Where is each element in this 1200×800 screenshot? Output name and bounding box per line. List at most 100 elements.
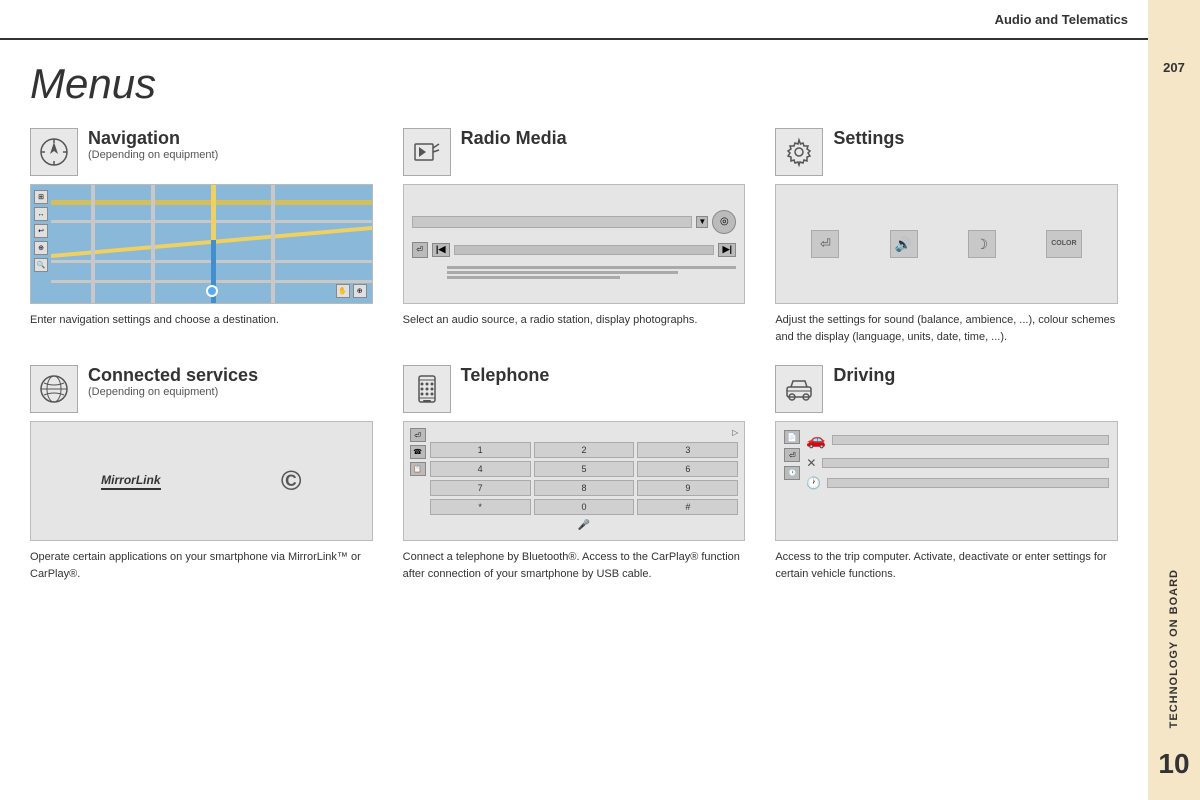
- menu-item-settings: Settings ⏎ 🔊 ☽ COLOR Adjust the settings…: [775, 128, 1118, 345]
- menu-item-connected: Connected services (Depending on equipme…: [30, 365, 373, 582]
- top-header: Audio and Telematics: [0, 0, 1148, 40]
- radio-icon: [411, 136, 443, 168]
- driving-icon-clock: 🕐: [784, 466, 800, 480]
- sidebar-technology-label: TECHNOLOGY on BOARD: [1168, 569, 1180, 728]
- tel-key-9: 9: [637, 480, 738, 496]
- driving-row-1: 🚗: [806, 430, 1109, 450]
- map-grid: [31, 185, 372, 303]
- telephone-icon-box: [403, 365, 451, 413]
- nav-icon-compass: ⊕: [353, 284, 367, 298]
- nav-icon-hand: ✋: [336, 284, 350, 298]
- telephone-title-block: Telephone: [461, 365, 550, 386]
- tel-btn-1: ⏎: [410, 428, 426, 442]
- tel-key-star: *: [430, 499, 531, 515]
- driving-screenshot: 📄 ⏎ 🕐 🚗 ✕ 🕐: [775, 421, 1118, 541]
- radio-title-block: Radio Media: [461, 128, 567, 149]
- nav-icon-1: ⊞: [34, 190, 48, 204]
- connected-title: Connected services: [88, 365, 258, 386]
- tel-keypad-area: ▷ 1 2 3 4 5 6 7 8 9 * 0: [430, 428, 739, 534]
- navigation-icon: [38, 136, 70, 168]
- menu-item-header-driving: Driving: [775, 365, 1118, 413]
- navigation-description: Enter navigation settings and choose a d…: [30, 312, 373, 329]
- telephone-screenshot: ⏎ ☎ 📋 ▷ 1 2 3 4 5: [403, 421, 746, 541]
- tel-key-hash: #: [637, 499, 738, 515]
- tel-key-7: 7: [430, 480, 531, 496]
- navigation-title: Navigation: [88, 128, 218, 149]
- tel-mic-icon: 🎤: [578, 520, 590, 531]
- mirrorlink-logo: MirrorLink: [101, 473, 160, 490]
- driving-title: Driving: [833, 365, 895, 386]
- connected-screenshot: MirrorLink ©: [30, 421, 373, 541]
- driving-icon-exit: ⏎: [784, 448, 800, 462]
- nav-side-icons: ⊞ ↔ ↩ ⊕ 🔍: [34, 190, 48, 272]
- menu-item-header-radio: Radio Media: [403, 128, 746, 176]
- settings-icon-box: [775, 128, 823, 176]
- settings-screenshot: ⏎ 🔊 ☽ COLOR: [775, 184, 1118, 304]
- settings-color-icon: COLOR: [1046, 230, 1082, 258]
- navigation-subtitle: (Depending on equipment): [88, 149, 218, 161]
- menu-item-header-navigation: Navigation (Depending on equipment): [30, 128, 373, 176]
- menu-item-telephone: Telephone ⏎ ☎ 📋 ▷: [403, 365, 746, 582]
- menu-item-radio: Radio Media ▼ ◎ ⏎ |◀ ▶|: [403, 128, 746, 345]
- driving-description: Access to the trip computer. Activate, d…: [775, 549, 1118, 582]
- main-content: Menus Navigation (Depending on: [0, 40, 1148, 800]
- driving-icon-box: [775, 365, 823, 413]
- driving-x-symbol: ✕: [806, 456, 816, 470]
- telephone-title: Telephone: [461, 365, 550, 386]
- driving-row-3: 🕐: [806, 476, 1109, 490]
- tel-key-3: 3: [637, 442, 738, 458]
- page-heading: Menus: [30, 60, 1118, 108]
- nav-icon-3: ↩: [34, 224, 48, 238]
- tel-keypad: 1 2 3 4 5 6 7 8 9 * 0 #: [430, 442, 739, 515]
- tel-key-4: 4: [430, 461, 531, 477]
- settings-title: Settings: [833, 128, 904, 149]
- settings-exit-icon: ⏎: [811, 230, 839, 258]
- driving-bar-3: [827, 478, 1109, 488]
- radio-title: Radio Media: [461, 128, 567, 149]
- menu-item-header-telephone: Telephone: [403, 365, 746, 413]
- tel-key-5: 5: [534, 461, 635, 477]
- driving-side-icons: 📄 ⏎ 🕐: [784, 430, 800, 480]
- driving-bar-1: [832, 435, 1109, 445]
- driving-bar-2: [822, 458, 1109, 468]
- page-number-top: 207: [1163, 60, 1185, 75]
- navigation-screenshot: ⊞ ↔ ↩ ⊕ 🔍 ✋ ⊕: [30, 184, 373, 304]
- driving-icon-doc: 📄: [784, 430, 800, 444]
- radio-description: Select an audio source, a radio station,…: [403, 312, 746, 329]
- right-sidebar: 207 TECHNOLOGY on BOARD 10: [1148, 0, 1200, 800]
- navigation-icon-box: [30, 128, 78, 176]
- carplay-icon: ©: [281, 465, 302, 497]
- settings-title-block: Settings: [833, 128, 904, 149]
- telephone-icon: [411, 373, 443, 405]
- connected-description: Operate certain applications on your sma…: [30, 549, 373, 582]
- settings-moon-icon: ☽: [968, 230, 996, 258]
- telephone-description: Connect a telephone by Bluetooth®. Acces…: [403, 549, 746, 582]
- menu-grid: Navigation (Depending on equipment): [30, 128, 1118, 582]
- tel-btn-2: ☎: [410, 445, 426, 459]
- page-number-bottom: 10: [1158, 748, 1189, 780]
- tel-key-1: 1: [430, 442, 531, 458]
- settings-speaker-icon: 🔊: [890, 230, 918, 258]
- tel-triangle: ▷: [732, 428, 738, 437]
- driving-car-icon: [783, 373, 815, 405]
- tel-key-2: 2: [534, 442, 635, 458]
- driving-row-2: ✕: [806, 456, 1109, 470]
- header-title: Audio and Telematics: [995, 12, 1128, 27]
- tel-btn-3: 📋: [410, 462, 426, 476]
- radio-icon-box: [403, 128, 451, 176]
- driving-clock-symbol: 🕐: [806, 476, 821, 490]
- mirrorlink-block: MirrorLink: [101, 473, 160, 490]
- nav-icon-5: 🔍: [34, 258, 48, 272]
- tel-key-8: 8: [534, 480, 635, 496]
- menu-item-header-settings: Settings: [775, 128, 1118, 176]
- nav-icon-4: ⊕: [34, 241, 48, 255]
- radio-screenshot: ▼ ◎ ⏎ |◀ ▶|: [403, 184, 746, 304]
- connected-title-block: Connected services (Depending on equipme…: [88, 365, 258, 398]
- nav-icon-2: ↔: [34, 207, 48, 221]
- settings-description: Adjust the settings for sound (balance, …: [775, 312, 1118, 345]
- driving-car-symbol: 🚗: [806, 430, 826, 450]
- tel-side-buttons: ⏎ ☎ 📋: [410, 428, 426, 534]
- navigation-title-block: Navigation (Depending on equipment): [88, 128, 218, 161]
- menu-item-driving: Driving 📄 ⏎ 🕐 🚗: [775, 365, 1118, 582]
- menu-item-header-connected: Connected services (Depending on equipme…: [30, 365, 373, 413]
